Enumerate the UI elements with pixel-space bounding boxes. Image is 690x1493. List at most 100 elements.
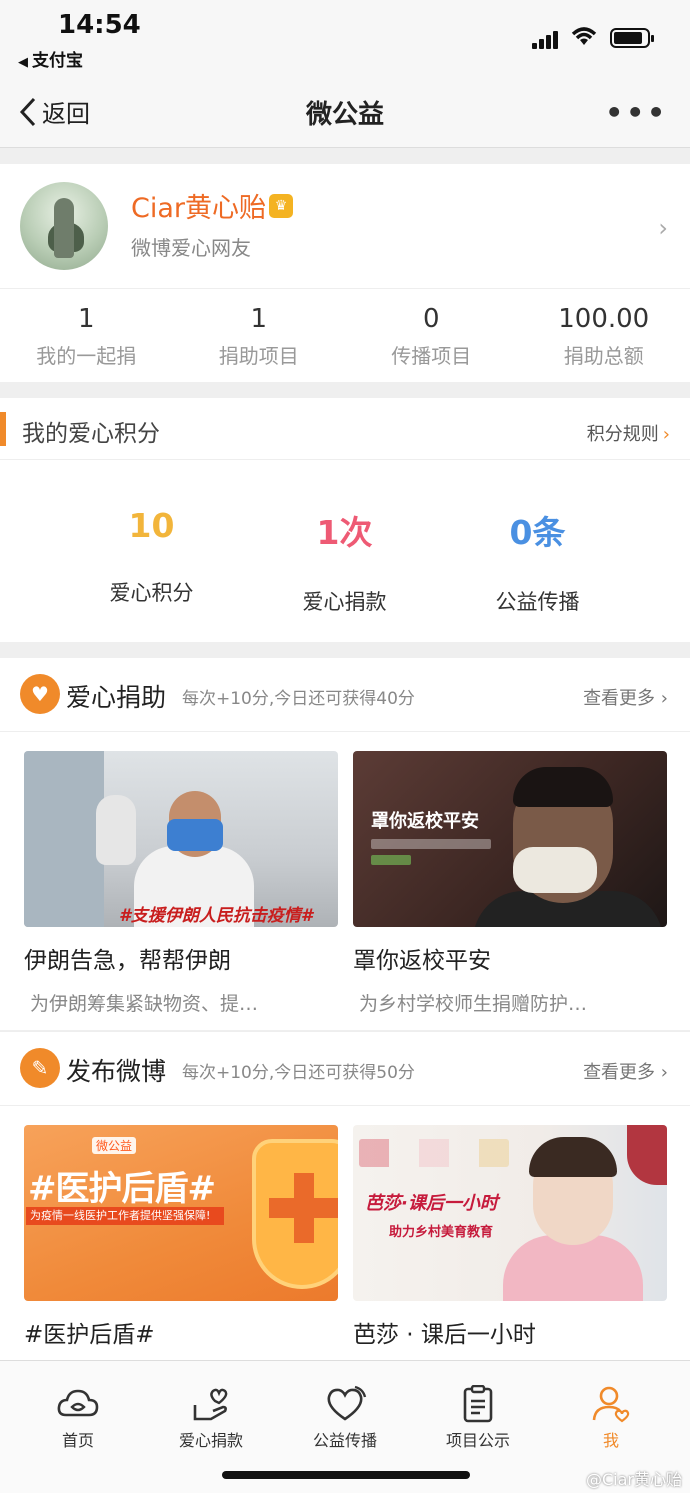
donate-section-header: ♥ 爱心捐助 每次+10分,今日还可获得40分 查看更多 › <box>0 658 690 732</box>
points-title: 我的爱心积分 <box>22 421 160 447</box>
profile-card[interactable]: Ciar黄心贻 ♛ 微博爱心网友 › 1 我的一起捐 1 捐助项目 0 传播项目 100… <box>0 164 690 382</box>
points-rule-label: 积分规则 <box>586 424 659 445</box>
tab-me[interactable]: 我 <box>556 1385 666 1451</box>
points-value: 10 <box>128 506 175 545</box>
nav-bar: 返回 微公益 ••• <box>0 78 690 148</box>
points-item-shares[interactable]: 0条公益传播 <box>441 506 634 616</box>
stat-donated-projects[interactable]: 1 捐助项目 <box>173 288 346 382</box>
stat-together-donations[interactable]: 1 我的一起捐 <box>0 288 173 382</box>
stat-value: 1 <box>250 304 268 334</box>
topic-card-medical[interactable]: 微公益 #医护后盾# 为疫情一线医护工作者提供坚强保障! #医护后盾# <box>24 1125 338 1349</box>
points-header: 我的爱心积分 积分规则 › <box>0 398 690 460</box>
profile-subtitle: 微博爱心网友 <box>131 236 251 260</box>
image-subcaption: 助力乡村美育教育 <box>389 1225 494 1240</box>
profile-name: Ciar黄心贻 ♛ <box>131 186 293 225</box>
status-time: 14:54 <box>58 10 141 40</box>
tab-label: 我 <box>602 1431 619 1450</box>
more-menu-button[interactable]: ••• <box>605 96 668 129</box>
watermark: @Ciar黄心贻 <box>585 1470 682 1489</box>
project-desc: 为乡村学校师生捐赠防护… <box>359 993 588 1015</box>
avatar[interactable] <box>20 182 108 270</box>
hand-heart-icon: ♥ <box>20 674 60 714</box>
tab-label: 首页 <box>61 1431 94 1450</box>
see-more-label: 查看更多 <box>583 1062 656 1083</box>
chevron-right-icon: › <box>660 688 668 709</box>
see-more-donate-link[interactable]: 查看更多 › <box>583 684 668 710</box>
topic-image: 微公益 #医护后盾# 为疫情一线医护工作者提供坚强保障! <box>24 1125 338 1301</box>
points-label: 公益传播 <box>495 590 580 614</box>
project-image: 罩你返校平安 <box>353 751 667 927</box>
points-value: 1次 <box>316 513 373 552</box>
points-value: 0条 <box>509 513 566 552</box>
stat-label: 捐助项目 <box>218 344 299 368</box>
image-caption: 芭莎·课后一小时 <box>365 1193 498 1214</box>
points-label: 爱心积分 <box>109 581 194 605</box>
chevron-right-icon: › <box>660 1062 668 1083</box>
home-cloud-icon <box>57 1389 99 1417</box>
crown-badge-icon: ♛ <box>269 193 293 218</box>
topic-image: 芭莎·课后一小时 助力乡村美育教育 <box>353 1125 667 1301</box>
user-heart-icon <box>592 1386 630 1423</box>
image-caption: #支援伊朗人民抗击疫情# <box>119 906 313 926</box>
points-item-score[interactable]: 10 爱心积分 <box>55 506 248 616</box>
post-weibo-section: ✎ 发布微博 每次+10分,今日还可获得50分 查看更多 › 微公益 #医护后盾… <box>0 1031 690 1371</box>
clipboard-icon <box>463 1385 493 1423</box>
chevron-right-icon[interactable]: › <box>658 214 668 242</box>
tab-label: 项目公示 <box>445 1431 510 1450</box>
project-title: 罩你返校平安 <box>353 948 491 974</box>
stat-label: 我的一起捐 <box>36 344 137 368</box>
tab-donate[interactable]: 爱心捐款 <box>156 1385 266 1451</box>
project-card-iran[interactable]: #支援伊朗人民抗击疫情# 伊朗告急，帮帮伊朗 为伊朗筹集紧缺物资、提… <box>24 751 338 1016</box>
profile-name-text: Ciar黄心贻 <box>131 193 266 224</box>
tab-broadcast[interactable]: 公益传播 <box>290 1385 400 1451</box>
points-rule-link[interactable]: 积分规则 › <box>587 420 670 446</box>
image-subcaption: 为疫情一线医护工作者提供坚强保障! <box>26 1207 224 1225</box>
section-title: 发布微博 <box>66 1057 167 1086</box>
stat-value: 100.00 <box>558 304 650 334</box>
project-card-school[interactable]: 罩你返校平安 罩你返校平安 为乡村学校师生捐赠防护… <box>353 751 667 1016</box>
stat-shared-projects[interactable]: 0 传播项目 <box>345 288 518 382</box>
topic-title: #医护后盾# <box>24 1322 155 1348</box>
battery-icon <box>610 28 654 48</box>
chevron-right-icon: › <box>662 424 670 445</box>
profile-stats: 1 我的一起捐 1 捐助项目 0 传播项目 100.00 捐助总额 <box>0 288 690 382</box>
tab-home[interactable]: 首页 <box>23 1385 133 1451</box>
points-summary: 10 爱心积分 1次爱心捐款 0条公益传播 <box>55 506 635 616</box>
section-desc: 每次+10分,今日还可获得40分 <box>182 689 415 709</box>
heart-broadcast-icon <box>327 1385 367 1421</box>
stat-label: 传播项目 <box>391 344 472 368</box>
tab-label: 公益传播 <box>312 1431 377 1450</box>
topic-title: 芭莎 · 课后一小时 <box>353 1322 536 1348</box>
section-desc: 每次+10分,今日还可获得50分 <box>182 1063 415 1083</box>
wifi-icon <box>570 25 598 53</box>
stat-total-donation[interactable]: 100.00 捐助总额 <box>518 288 690 382</box>
image-tag: 微公益 <box>92 1137 137 1154</box>
section-title: 爱心捐助 <box>66 683 167 712</box>
back-to-app-link[interactable]: ◀ 支付宝 <box>18 46 83 71</box>
back-app-label: 支付宝 <box>32 51 83 71</box>
points-label: 爱心捐款 <box>302 590 387 614</box>
edit-post-icon: ✎ <box>20 1048 60 1088</box>
donate-section: ♥ 爱心捐助 每次+10分,今日还可获得40分 查看更多 › #支援伊朗人民抗击… <box>0 658 690 1030</box>
project-image: #支援伊朗人民抗击疫情# <box>24 751 338 927</box>
see-more-label: 查看更多 <box>583 688 656 709</box>
project-desc: 为伊朗筹集紧缺物资、提… <box>30 993 259 1015</box>
status-bar: 14:54 ◀ 支付宝 <box>0 0 690 78</box>
project-title: 伊朗告急，帮帮伊朗 <box>24 948 231 974</box>
points-item-donations[interactable]: 1次爱心捐款 <box>248 506 441 616</box>
love-points-panel: 我的爱心积分 积分规则 › 10 爱心积分 1次爱心捐款 0条公益传播 <box>0 398 690 642</box>
weibo-section-header: ✎ 发布微博 每次+10分,今日还可获得50分 查看更多 › <box>0 1032 690 1106</box>
accent-bar <box>0 412 6 446</box>
image-caption: 罩你返校平安 <box>371 811 479 832</box>
home-indicator <box>222 1471 470 1479</box>
stat-label: 捐助总额 <box>563 344 644 368</box>
stat-value: 1 <box>77 304 95 334</box>
back-triangle-icon: ◀ <box>18 55 28 70</box>
tab-label: 爱心捐款 <box>178 1431 243 1450</box>
tab-project-notice[interactable]: 项目公示 <box>423 1385 533 1451</box>
signal-icon <box>532 30 560 49</box>
see-more-weibo-link[interactable]: 查看更多 › <box>583 1058 668 1084</box>
image-caption: #医护后盾# <box>28 1169 216 1209</box>
topic-card-ballet[interactable]: 芭莎·课后一小时 助力乡村美育教育 芭莎 · 课后一小时 <box>353 1125 667 1349</box>
stat-value: 0 <box>422 304 440 334</box>
